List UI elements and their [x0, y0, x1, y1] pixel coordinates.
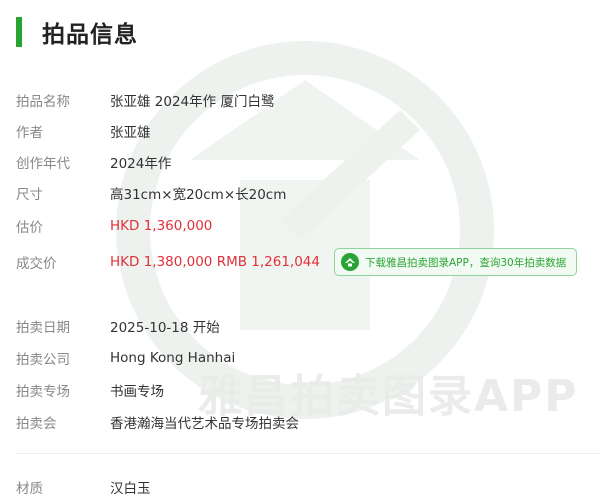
field-label: 拍卖专场: [16, 384, 70, 400]
field-value-auction-date: 2025-10-18 开始: [110, 320, 220, 336]
field-label: 拍品名称: [16, 94, 70, 110]
field-label: 创作年代: [16, 156, 70, 172]
field-label: 拍卖公司: [16, 352, 70, 368]
section-title: 拍品信息: [42, 22, 138, 48]
field-row-year: 创作年代 2024年作: [16, 150, 171, 174]
field-row-lot-name: 拍品名称 张亚雄 2024年作 厦门白鹭: [16, 88, 274, 112]
field-value-year: 2024年作: [110, 156, 172, 172]
field-label: 拍卖日期: [16, 320, 70, 336]
field-row-estimate: 估价 HKD 1,360,000: [16, 214, 212, 238]
download-app-banner[interactable]: 下载雅昌拍卖图录APP，查询30年拍卖数据: [333, 248, 578, 276]
field-row-material: 材质 汉白玉: [16, 475, 151, 499]
field-value-size: 高31cm×宽20cm×长20cm: [110, 187, 287, 203]
field-row-artist: 作者 张亚雄: [16, 119, 151, 143]
field-label: 成交价: [16, 256, 57, 272]
field-label: 材质: [16, 481, 43, 497]
field-value-auction-house: Hong Kong Hanhai: [110, 350, 236, 366]
field-row-auction-date: 拍卖日期 2025-10-18 开始: [16, 314, 220, 338]
field-label: 尺寸: [16, 187, 43, 203]
field-row-auction-sale: 拍卖会 香港瀚海当代艺术品专场拍卖会: [16, 410, 299, 434]
field-label: 估价: [16, 220, 43, 236]
field-value-artist: 张亚雄: [110, 125, 151, 141]
field-value-auction-sale: 香港瀚海当代艺术品专场拍卖会: [110, 416, 299, 432]
field-label: 拍卖会: [16, 416, 57, 432]
field-value-lot-name: 张亚雄 2024年作 厦门白鹭: [110, 94, 275, 110]
field-value-auction-session: 书画专场: [110, 384, 164, 400]
field-value-estimate: HKD 1,360,000: [110, 218, 213, 234]
download-app-text: 下载雅昌拍卖图录APP，查询30年拍卖数据: [364, 256, 567, 269]
field-value-material: 汉白玉: [110, 481, 151, 497]
field-row-size: 尺寸 高31cm×宽20cm×长20cm: [16, 181, 286, 205]
field-row-auction-session: 拍卖专场 书画专场: [16, 378, 164, 402]
field-label: 作者: [16, 125, 43, 141]
section-header: 拍品信息: [16, 14, 138, 50]
section-accent-bar: [16, 17, 22, 47]
app-logo-icon: [340, 253, 359, 271]
field-row-hammer-price: 成交价 HKD 1,380,000 RMB 1,261,044 下载雅昌拍卖图录…: [16, 247, 578, 277]
field-row-auction-house: 拍卖公司 Hong Kong Hanhai: [16, 346, 235, 370]
section-divider: [16, 453, 600, 454]
field-value-hammer-price: HKD 1,380,000 RMB 1,261,044: [110, 254, 320, 270]
